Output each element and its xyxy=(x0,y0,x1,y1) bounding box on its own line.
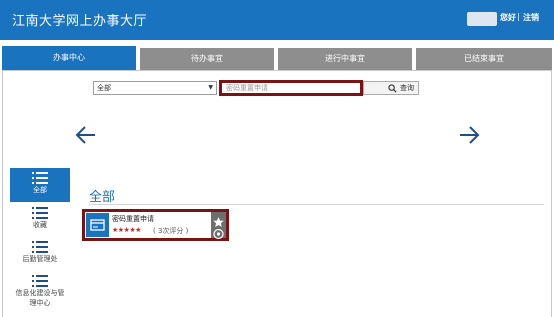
carousel-next-button[interactable] xyxy=(458,124,480,146)
logout-link[interactable]: 注销 xyxy=(523,12,539,23)
card-icon xyxy=(90,219,105,231)
service-card[interactable]: 密码重置申请 ★★★★★ ( 3次评分 ) xyxy=(82,209,229,241)
search-icon xyxy=(388,84,397,93)
top-header: 江南大学网上办事大厅 您好 | 注销 xyxy=(0,0,554,40)
tab-service-center[interactable]: 办事中心 xyxy=(2,46,136,70)
arrow-left-icon xyxy=(75,126,95,144)
search-button[interactable]: 查询 xyxy=(363,81,419,95)
arrow-right-icon xyxy=(460,126,480,144)
heading-divider xyxy=(89,204,544,205)
sidebar-item-label: 收藏 xyxy=(33,221,47,229)
tab-finished[interactable]: 已结束事宜 xyxy=(416,48,552,70)
search-button-label: 查询 xyxy=(400,84,414,92)
content-panel xyxy=(2,70,552,317)
sidebar-item-label: 后勤管理处 xyxy=(22,255,58,263)
card-actions xyxy=(211,212,226,240)
rating-stars: ★★★★★ xyxy=(112,226,141,234)
favorite-button[interactable] xyxy=(212,213,225,227)
sidebar-item-all[interactable]: 全部 xyxy=(10,168,70,202)
service-icon-box xyxy=(86,213,109,237)
search-input[interactable]: 密码重置申请 xyxy=(219,80,363,96)
rating-count: ( 3次评分 ) xyxy=(153,227,189,235)
section-heading: 全部 xyxy=(89,190,116,205)
list-icon xyxy=(32,241,48,253)
select-caret-icon: ▼ xyxy=(208,84,213,91)
tab-todo[interactable]: 待办事宜 xyxy=(140,48,274,70)
greeting-text: 您好 xyxy=(500,13,516,22)
list-icon xyxy=(32,172,48,184)
main-tabs: 办事中心 待办事宜 进行中事宜 已结束事宜 xyxy=(0,46,554,70)
info-icon xyxy=(213,228,224,240)
list-icon xyxy=(32,207,48,219)
category-select-value: 全部 xyxy=(97,84,111,92)
site-title: 江南大学网上办事大厅 xyxy=(12,14,148,29)
user-avatar xyxy=(467,12,497,26)
header-separator: | xyxy=(517,12,520,21)
category-select[interactable]: 全部 ▼ xyxy=(93,81,217,95)
carousel-prev-button[interactable] xyxy=(75,124,97,146)
list-icon xyxy=(32,275,48,287)
tab-in-progress[interactable]: 进行中事宜 xyxy=(278,48,412,70)
sidebar-item-logistics[interactable]: 后勤管理处 xyxy=(10,240,70,270)
sidebar-item-favorites[interactable]: 收藏 xyxy=(10,206,70,236)
category-sidebar: 全部 收藏 后勤管理处 信息化建设与管理中心 xyxy=(10,168,70,317)
sidebar-item-label: 信息化建设与管理中心 xyxy=(15,289,65,307)
sidebar-item-label: 全部 xyxy=(33,186,47,194)
sidebar-item-it-center[interactable]: 信息化建设与管理中心 xyxy=(10,274,70,316)
service-name: 密码重置申请 xyxy=(112,215,154,223)
info-button[interactable] xyxy=(212,225,225,240)
